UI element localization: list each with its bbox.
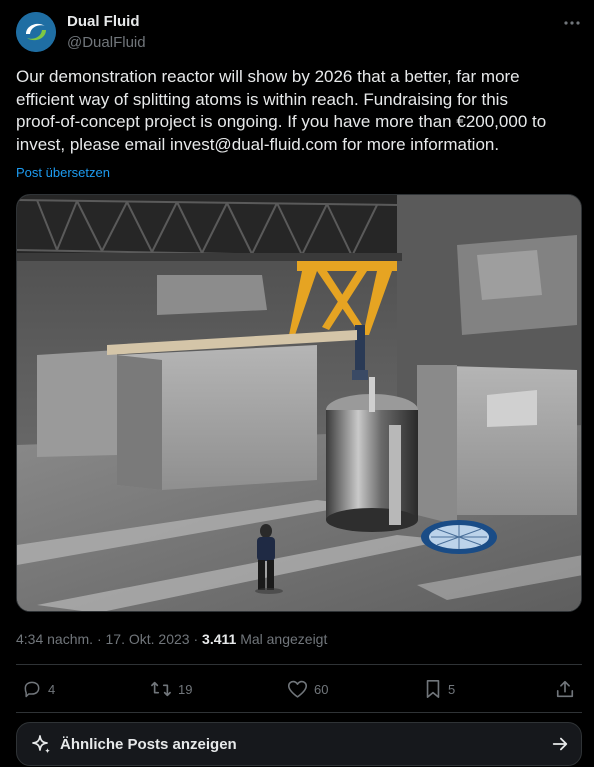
translate-post-link[interactable]: Post übersetzen <box>16 165 110 181</box>
reply-button[interactable]: 4 <box>22 678 55 700</box>
repost-count: 19 <box>178 681 193 697</box>
more-options-button[interactable] <box>560 14 584 32</box>
meta-separator: · <box>96 631 102 647</box>
reply-icon <box>24 681 40 698</box>
post: Dual Fluid @DualFluid Our demonstration … <box>0 0 594 767</box>
post-date[interactable]: 17. Okt. 2023 <box>106 631 190 647</box>
repost-button[interactable]: 19 <box>150 678 192 700</box>
author-handle[interactable]: @DualFluid <box>67 33 146 52</box>
divider-bottom <box>16 712 582 713</box>
reply-count: 4 <box>48 681 56 697</box>
views-label: Mal angezeigt <box>240 631 328 647</box>
dual-fluid-logo-icon <box>16 12 56 52</box>
similar-posts-label: Ähnliche Posts anzeigen <box>60 736 237 753</box>
post-text: Our demonstration reactor will show by 2… <box>16 67 547 154</box>
author-name[interactable]: Dual Fluid <box>67 12 140 31</box>
author-avatar[interactable] <box>16 12 56 52</box>
post-image[interactable] <box>16 194 582 612</box>
repost-icon <box>151 681 171 697</box>
divider-top <box>16 664 582 665</box>
arrow-right-icon <box>552 737 568 751</box>
share-icon <box>556 680 574 698</box>
bookmark-count: 5 <box>448 681 456 697</box>
like-count: 60 <box>314 681 329 697</box>
bookmark-button[interactable]: 5 <box>424 678 455 700</box>
sparkle-icon <box>32 735 50 754</box>
meta-separator-2: · <box>193 631 199 647</box>
more-icon <box>564 21 580 25</box>
post-time[interactable]: 4:34 nachm. <box>16 631 93 647</box>
bookmark-icon <box>426 680 440 698</box>
similar-posts-button[interactable]: Ähnliche Posts anzeigen <box>16 722 582 766</box>
like-button[interactable]: 60 <box>287 678 328 700</box>
share-button[interactable] <box>555 678 575 700</box>
reactor-render-image <box>17 195 581 611</box>
views-count: 3.411 <box>202 631 237 647</box>
post-meta: 4:34 nachm. · 17. Okt. 2023 · 3.411 Mal … <box>16 630 327 648</box>
like-icon <box>287 680 308 698</box>
